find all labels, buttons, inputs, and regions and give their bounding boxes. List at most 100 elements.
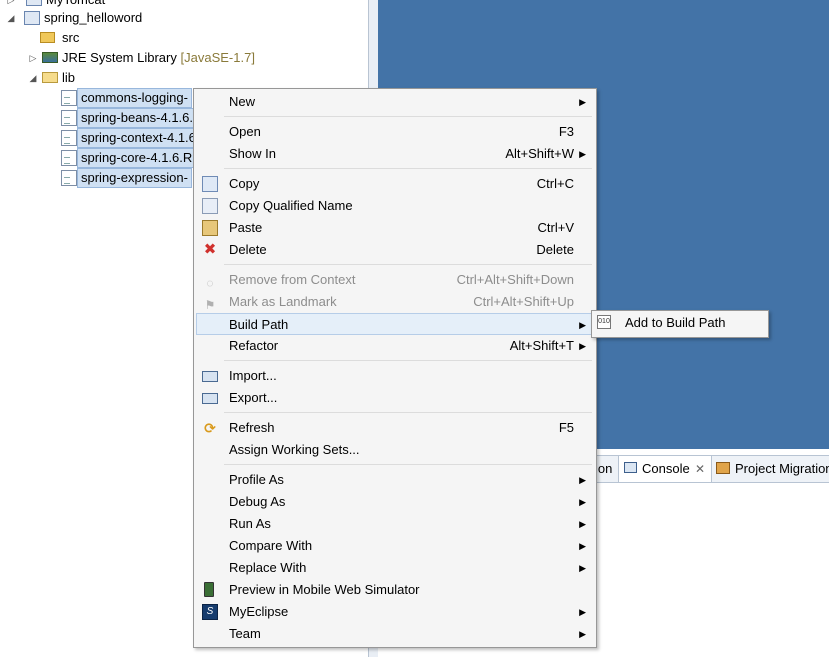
menu-label: Compare With	[229, 538, 313, 553]
menu-item-refresh[interactable]: ⟳ Refresh F5	[196, 417, 594, 439]
menu-item-new[interactable]: New ▶	[196, 91, 594, 113]
menu-label: Copy Qualified Name	[229, 198, 353, 213]
menu-item-open[interactable]: Open F3	[196, 121, 594, 143]
menu-item-assign-working-sets[interactable]: Assign Working Sets...	[196, 439, 594, 461]
menu-item-profile-as[interactable]: Profile As ▶	[196, 469, 594, 491]
tree-row-src[interactable]: src	[40, 28, 240, 48]
menu-accel: F3	[558, 124, 574, 139]
tree-label: lib	[62, 70, 76, 85]
menu-label: Mark as Landmark	[229, 294, 337, 309]
menu-label: MyEclipse	[229, 604, 289, 619]
menu-item-copy-qualified-name[interactable]: Copy Qualified Name	[196, 195, 594, 217]
menu-item-export[interactable]: Export...	[196, 387, 594, 409]
menu-accel: Ctrl+V	[537, 220, 574, 235]
menu-separator	[224, 264, 592, 265]
copy-qualified-icon	[202, 198, 218, 214]
menu-item-import[interactable]: Import...	[196, 365, 594, 387]
menu-accel: F5	[558, 420, 574, 435]
menu-label: Run As	[229, 516, 271, 531]
menu-label: Assign Working Sets...	[229, 442, 360, 457]
jar-file-icon	[61, 90, 77, 106]
menu-accel: Delete	[536, 242, 574, 257]
jar-label: spring-beans-4.1.6.	[77, 108, 198, 128]
folder-open-icon	[42, 72, 58, 83]
tree-label: spring_helloword	[44, 10, 143, 25]
copy-icon	[202, 176, 218, 192]
menu-item-remove-from-context[interactable]: ◌ Remove from Context Ctrl+Alt+Shift+Dow…	[196, 269, 594, 291]
menu-label: Copy	[229, 176, 260, 191]
build-path-submenu: 010 Add to Build Path	[591, 310, 769, 338]
jar-label: spring-expression-	[77, 168, 192, 188]
jar-file-icon	[61, 110, 77, 126]
menu-item-show-in[interactable]: Show In Alt+Shift+W ▶	[196, 143, 594, 165]
tab-label: Project Migration	[735, 461, 829, 476]
console-icon	[624, 462, 637, 473]
menu-item-compare-with[interactable]: Compare With ▶	[196, 535, 594, 557]
tree-row-jar[interactable]: spring-context-4.1.6	[61, 128, 201, 148]
menu-item-replace-with[interactable]: Replace With ▶	[196, 557, 594, 579]
close-icon[interactable]: ✕	[695, 456, 705, 482]
tree-row-jar[interactable]: commons-logging-	[61, 88, 201, 108]
submenu-arrow-icon: ▶	[579, 519, 586, 529]
menu-separator	[224, 168, 592, 169]
menu-item-mark-as-landmark[interactable]: ⚑ Mark as Landmark Ctrl+Alt+Shift+Up	[196, 291, 594, 313]
context-menu: New ▶ Open F3 Show In Alt+Shift+W ▶ Copy…	[193, 88, 597, 648]
menu-label: Team	[229, 626, 261, 641]
tab-partial[interactable]: ion	[595, 456, 612, 482]
submenu-arrow-icon: ▶	[579, 341, 586, 351]
menu-item-copy[interactable]: Copy Ctrl+C	[196, 173, 594, 195]
menu-label: Build Path	[229, 317, 289, 332]
library-icon	[42, 52, 58, 63]
menu-separator	[224, 360, 592, 361]
tree-label: JRE System Library [JavaSE-1.7]	[62, 48, 255, 68]
build-path-icon: 010	[597, 315, 611, 329]
refresh-icon: ⟳	[204, 420, 216, 436]
landmark-icon: ⚑	[204, 298, 216, 312]
expand-arrow-icon[interactable]: ▷	[28, 48, 38, 68]
submenu-arrow-icon: ▶	[579, 541, 586, 551]
tree-row-lib[interactable]: ◢ lib	[28, 68, 228, 88]
menu-item-run-as[interactable]: Run As ▶	[196, 513, 594, 535]
tab-project-migration[interactable]: Project Migration	[714, 456, 829, 482]
menu-label: Preview in Mobile Web Simulator	[229, 582, 420, 597]
menu-item-myeclipse[interactable]: S MyEclipse ▶	[196, 601, 594, 623]
submenu-arrow-icon: ▶	[579, 497, 586, 507]
project-icon	[24, 11, 40, 25]
menu-item-team[interactable]: Team ▶	[196, 623, 594, 645]
jar-label: spring-context-4.1.6	[77, 128, 200, 148]
menu-item-paste[interactable]: Paste Ctrl+V	[196, 217, 594, 239]
menu-item-preview-mobile[interactable]: Preview in Mobile Web Simulator	[196, 579, 594, 601]
jar-file-icon	[61, 170, 77, 186]
menu-item-add-to-build-path[interactable]: 010 Add to Build Path	[594, 312, 766, 334]
tree-row-jar[interactable]: spring-core-4.1.6.R	[61, 148, 201, 168]
menu-label: Show In	[229, 146, 276, 161]
tree-row-jar[interactable]: spring-beans-4.1.6.	[61, 108, 201, 128]
menu-separator	[224, 412, 592, 413]
tree-row-project[interactable]: ◢ spring_helloword	[6, 8, 206, 28]
submenu-arrow-icon: ▶	[579, 563, 586, 573]
menu-label: Refresh	[229, 420, 275, 435]
menu-item-delete[interactable]: ✖ Delete Delete	[196, 239, 594, 261]
menu-item-build-path[interactable]: Build Path ▶	[196, 313, 594, 335]
submenu-arrow-icon: ▶	[579, 320, 586, 330]
menu-label: New	[229, 94, 256, 109]
menu-label: Debug As	[229, 494, 286, 509]
menu-label: Import...	[229, 368, 277, 383]
menu-label: Paste	[229, 220, 263, 235]
tab-label: Console	[642, 461, 690, 476]
export-icon	[202, 393, 218, 404]
menu-item-debug-as[interactable]: Debug As ▶	[196, 491, 594, 513]
collapse-arrow-icon[interactable]: ◢	[6, 8, 16, 28]
menu-label: Profile As	[229, 472, 284, 487]
menu-separator	[224, 464, 592, 465]
menu-accel: Ctrl+C	[536, 176, 574, 191]
tree-label: src	[62, 30, 80, 45]
tab-label: ion	[595, 461, 613, 476]
collapse-arrow-icon[interactable]: ◢	[28, 68, 38, 88]
menu-label: Refactor	[229, 338, 279, 353]
tree-row-jar[interactable]: spring-expression-	[61, 168, 201, 188]
tab-console[interactable]: Console ✕	[618, 456, 712, 482]
migration-icon	[716, 462, 730, 474]
menu-item-refactor[interactable]: Refactor Alt+Shift+T ▶	[196, 335, 594, 357]
tree-row-jre[interactable]: ▷ JRE System Library [JavaSE-1.7]	[28, 48, 328, 68]
